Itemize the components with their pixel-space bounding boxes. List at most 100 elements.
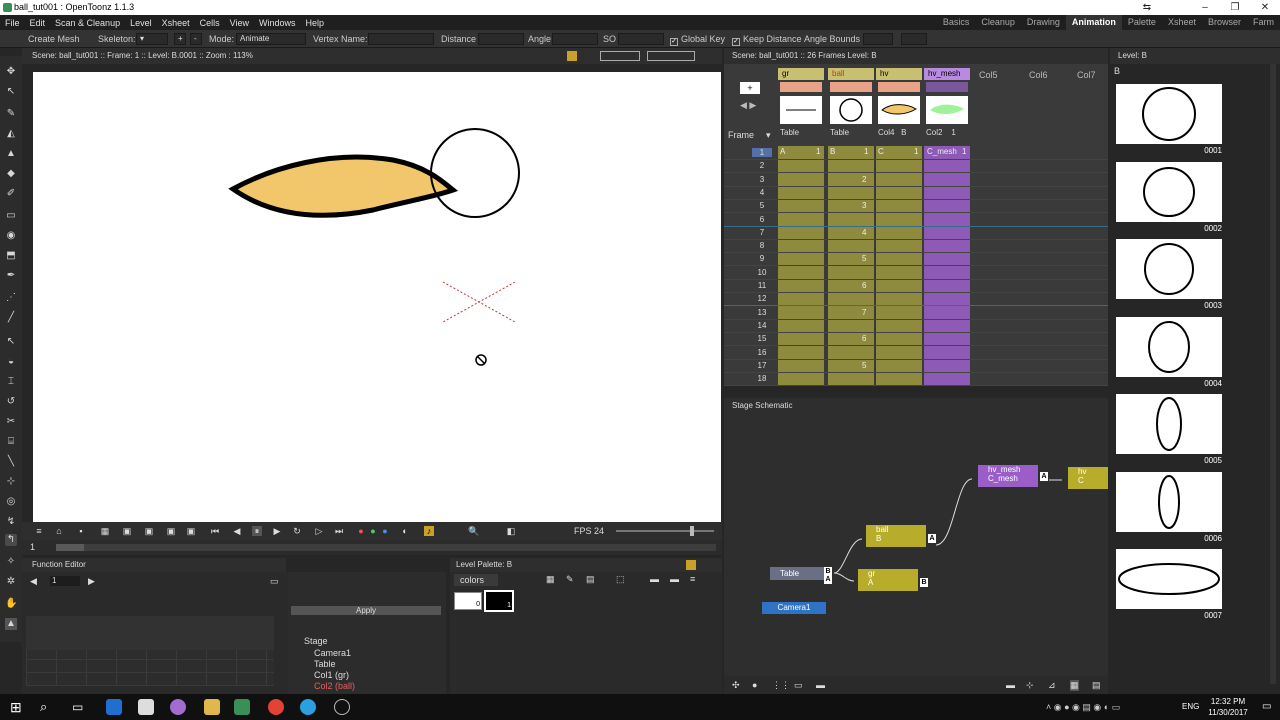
fps-slider[interactable] bbox=[616, 526, 714, 536]
menu-edit[interactable]: Edit bbox=[25, 18, 51, 28]
new-style-icon[interactable]: ✎ bbox=[566, 574, 574, 585]
clock-date[interactable]: 11/30/2017 bbox=[1202, 708, 1254, 717]
frame-row-number[interactable]: 4 bbox=[752, 188, 772, 197]
media-icon[interactable] bbox=[170, 699, 186, 715]
add-skeleton-button[interactable]: + bbox=[174, 33, 186, 45]
room-tab-drawing[interactable]: Drawing bbox=[1021, 15, 1066, 30]
tracker-tool-icon[interactable]: ╲ bbox=[5, 456, 17, 468]
menu-file[interactable]: File bbox=[0, 18, 25, 28]
empty-column-header[interactable]: Col7 bbox=[1077, 70, 1096, 80]
rgb-picker-tool-icon[interactable]: ✒ bbox=[5, 270, 17, 282]
blue-channel-icon[interactable]: ● bbox=[380, 526, 390, 536]
hv-node[interactable]: hv C bbox=[1068, 467, 1108, 489]
function-cells[interactable] bbox=[26, 650, 274, 686]
menu-view[interactable]: View bbox=[225, 18, 254, 28]
fps-value[interactable]: 24 bbox=[594, 526, 604, 536]
room-tab-xsheet[interactable]: Xsheet bbox=[1162, 15, 1202, 30]
iron-tool-icon[interactable]: ↺ bbox=[5, 396, 17, 408]
room-tab-animation[interactable]: Animation bbox=[1065, 15, 1122, 30]
menu-help[interactable]: Help bbox=[301, 18, 330, 28]
mail-icon[interactable] bbox=[138, 699, 154, 715]
palette-view-icon[interactable]: ▦ bbox=[546, 574, 555, 585]
frame-row-number[interactable]: 7 bbox=[752, 228, 772, 237]
room-tab-farm[interactable]: Farm bbox=[1247, 15, 1280, 30]
rotate-tool-icon[interactable]: ✧ bbox=[5, 556, 17, 568]
safe-area-icon[interactable]: ▣ bbox=[144, 526, 154, 536]
toggle-fx-stage-icon[interactable]: ▦ bbox=[1070, 680, 1079, 691]
level-frame-thumbnail[interactable] bbox=[1116, 471, 1222, 532]
frame-row-number[interactable]: 14 bbox=[752, 321, 772, 330]
new-page-icon[interactable]: ▤ bbox=[586, 574, 595, 585]
frame-row-number[interactable]: 5 bbox=[752, 201, 772, 210]
frame-row-number[interactable]: 9 bbox=[752, 254, 772, 263]
column-pegbar[interactable]: Col2 1 bbox=[926, 128, 956, 137]
control-point-tool-icon[interactable]: ⋰ bbox=[5, 292, 17, 304]
grid-icon[interactable]: ▦ bbox=[100, 526, 110, 536]
bender-tool-icon[interactable]: ⌶ bbox=[5, 376, 17, 388]
prev-next-icon[interactable]: ◀ ▶ bbox=[740, 100, 756, 111]
column-toggles[interactable] bbox=[878, 82, 920, 92]
column-toggles[interactable] bbox=[830, 82, 872, 92]
frame-row-number[interactable]: 3 bbox=[752, 175, 772, 184]
so-input[interactable] bbox=[618, 33, 664, 45]
palette-gizmo-icon[interactable]: ⬚ bbox=[616, 574, 625, 585]
ball-node[interactable]: ball B bbox=[866, 525, 926, 547]
frame-row-number[interactable]: 17 bbox=[752, 361, 772, 370]
toolbar-expand-icon[interactable]: ▲ bbox=[5, 618, 17, 630]
search-icon[interactable]: ⌕ bbox=[40, 699, 56, 715]
tree-item-col2[interactable]: Col2 (ball) bbox=[314, 681, 355, 691]
frame-zoom-icon[interactable]: ▾ bbox=[766, 130, 771, 141]
frame-row-number[interactable]: 16 bbox=[752, 348, 772, 357]
notifications-icon[interactable]: ▭ bbox=[1262, 701, 1271, 712]
minimize-button[interactable]: – bbox=[1190, 0, 1220, 15]
room-tab-cleanup[interactable]: Cleanup bbox=[975, 15, 1021, 30]
green-channel-icon[interactable]: ● bbox=[368, 526, 378, 536]
palette-tab-colors[interactable]: colors bbox=[454, 574, 498, 586]
level-frame-thumbnail[interactable] bbox=[1116, 394, 1222, 454]
red-channel-icon[interactable]: ● bbox=[356, 526, 366, 536]
skeleton-tool-icon[interactable]: ⌸ bbox=[5, 436, 17, 448]
global-key-checkbox[interactable]: ✓ Global Key bbox=[670, 33, 725, 46]
frame-view-icon[interactable]: ▣ bbox=[186, 526, 196, 536]
geometric-tool-icon[interactable]: ◭ bbox=[5, 128, 17, 140]
selection-tool-icon[interactable]: ↖ bbox=[5, 86, 17, 98]
tree-item-table[interactable]: Table bbox=[314, 659, 336, 669]
mode-select[interactable]: Animate bbox=[236, 33, 306, 45]
camera-node[interactable]: Camera1 bbox=[762, 602, 826, 614]
tape-tool-icon[interactable]: ◉ bbox=[5, 230, 17, 242]
keep-distance-checkbox[interactable]: ✓ Keep Distance bbox=[732, 33, 802, 46]
menu-scan-cleanup[interactable]: Scan & Cleanup bbox=[50, 18, 125, 28]
first-frame-icon[interactable]: ⏮ bbox=[210, 526, 220, 536]
type-tool-icon[interactable]: ▲ bbox=[5, 148, 17, 160]
task-view-icon[interactable]: ▭ bbox=[72, 699, 88, 715]
fit-to-window-icon[interactable]: ✣ bbox=[732, 680, 740, 691]
new-column-icon[interactable]: + bbox=[740, 82, 760, 94]
language-indicator[interactable]: ENG bbox=[1182, 702, 1199, 711]
port-a[interactable]: A bbox=[1040, 472, 1048, 481]
angle-bounds-min-input[interactable] bbox=[863, 33, 893, 45]
menu-xsheet[interactable]: Xsheet bbox=[157, 18, 195, 28]
chrome-icon[interactable] bbox=[268, 699, 284, 715]
close-button[interactable]: ✕ bbox=[1250, 0, 1280, 15]
column-toggles[interactable] bbox=[926, 82, 968, 92]
maximize-button[interactable]: ❐ bbox=[1220, 0, 1250, 15]
hook-tool-icon[interactable]: ⊹ bbox=[5, 476, 17, 488]
level-frame-thumbnail[interactable] bbox=[1116, 239, 1222, 299]
frame-row-number[interactable]: 18 bbox=[752, 374, 772, 383]
restore-arrows-icon[interactable]: ⇆ bbox=[1132, 0, 1162, 15]
frame-row-number[interactable]: 13 bbox=[752, 308, 772, 317]
column-pegbar[interactable]: Table bbox=[780, 128, 799, 137]
clock-app-icon[interactable] bbox=[334, 699, 350, 715]
column-toggles[interactable] bbox=[780, 82, 822, 92]
tree-item-col1[interactable]: Col1 (gr) bbox=[314, 670, 349, 680]
frame-row-number[interactable]: 8 bbox=[752, 241, 772, 250]
empty-column-header[interactable]: Col5 bbox=[979, 70, 998, 80]
style-picker-tool-icon[interactable]: ⬒ bbox=[5, 250, 17, 262]
frame-row-number[interactable]: 15 bbox=[752, 334, 772, 343]
tree-item-camera1[interactable]: Camera1 bbox=[314, 648, 351, 658]
style-chip-0[interactable]: 0 bbox=[454, 592, 482, 610]
camera-tool-icon[interactable]: ✲ bbox=[5, 576, 17, 588]
frame-row-number[interactable]: 10 bbox=[752, 268, 772, 277]
frame-row-number[interactable]: 6 bbox=[752, 215, 772, 224]
magnet-tool-icon[interactable]: ◒ bbox=[5, 356, 17, 368]
